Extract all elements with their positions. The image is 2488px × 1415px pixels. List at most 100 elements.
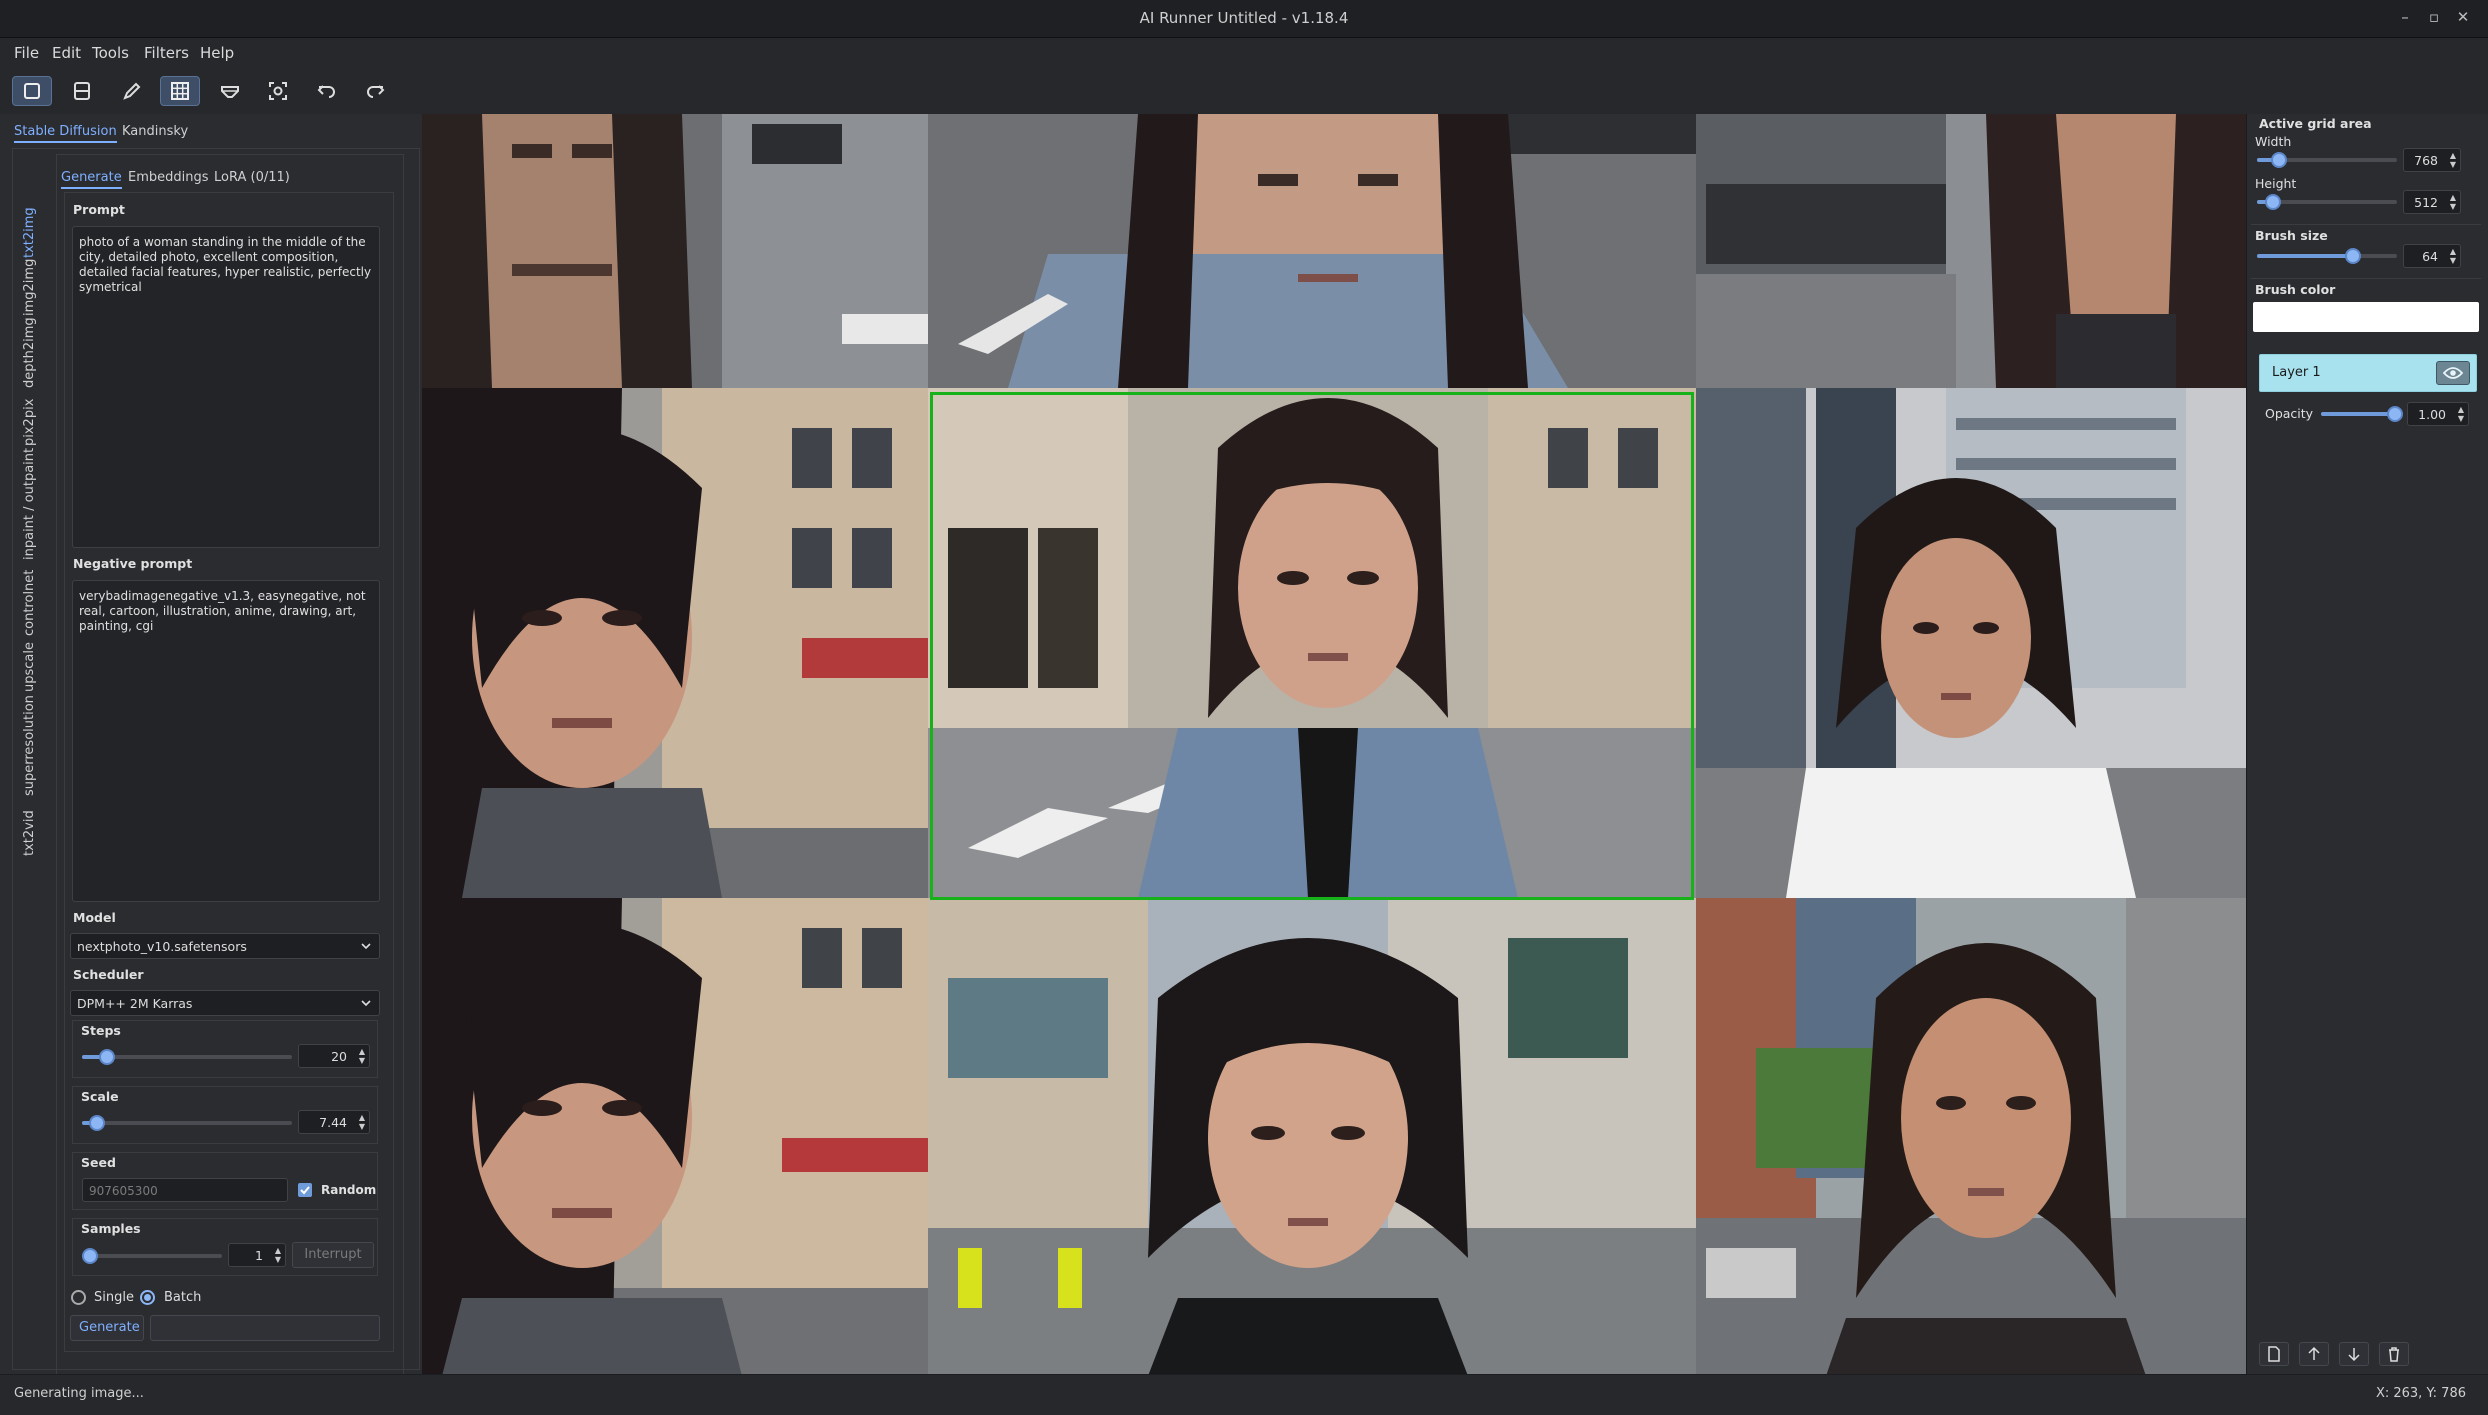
random-checkbox[interactable] <box>298 1183 312 1197</box>
spin-up-icon[interactable]: ▲ <box>359 1114 365 1122</box>
scale-slider-handle[interactable] <box>88 1115 105 1131</box>
seed-input[interactable]: 907605300 <box>82 1178 288 1202</box>
samples-spinbox[interactable]: 1 ▲ ▼ <box>228 1243 286 1267</box>
spin-up-icon[interactable]: ▲ <box>275 1247 281 1255</box>
move-up-icon[interactable] <box>2299 1342 2329 1366</box>
tab-upscale[interactable]: upscale <box>22 642 37 692</box>
generated-image[interactable] <box>422 114 928 388</box>
menu-tools[interactable]: Tools <box>92 44 129 62</box>
width-slider[interactable] <box>2257 152 2397 168</box>
menu-filters[interactable]: Filters <box>144 44 189 62</box>
tab-embeddings[interactable]: Embeddings <box>128 170 209 185</box>
opacity-slider-handle[interactable] <box>2387 406 2403 422</box>
new-layer-icon[interactable] <box>2259 1342 2289 1366</box>
tab-kandinsky[interactable]: Kandinsky <box>122 124 188 139</box>
brush-size-spinbox[interactable]: 64 ▲ ▼ <box>2403 244 2461 268</box>
spin-down-icon[interactable]: ▼ <box>359 1123 365 1131</box>
generate-button[interactable]: Generate <box>70 1315 144 1341</box>
spin-down-icon[interactable]: ▼ <box>2450 257 2456 265</box>
interrupt-button[interactable]: Interrupt <box>292 1242 374 1268</box>
negative-prompt-textarea[interactable]: verybadimagenegative_v1.3, easynegative,… <box>72 580 380 902</box>
width-slider-handle[interactable] <box>2271 152 2287 168</box>
batch-radio[interactable] <box>140 1290 155 1305</box>
batch-label: Batch <box>164 1290 202 1305</box>
generated-image[interactable] <box>1696 114 2246 388</box>
height-slider-handle[interactable] <box>2265 194 2281 210</box>
tab-generate[interactable]: Generate <box>61 170 122 189</box>
undo-icon[interactable] <box>306 76 346 106</box>
tab-txt2img[interactable]: txt2img <box>22 207 37 258</box>
generated-image[interactable] <box>422 898 928 1376</box>
spin-down-icon[interactable]: ▼ <box>359 1057 365 1065</box>
focus-screenshot-icon[interactable] <box>258 76 298 106</box>
opacity-value: 1.00 <box>2418 407 2446 422</box>
move-down-icon[interactable] <box>2339 1342 2369 1366</box>
scale-spinbox[interactable]: 7.44 ▲ ▼ <box>298 1110 370 1134</box>
steps-spinbox[interactable]: 20 ▲ ▼ <box>298 1044 370 1068</box>
image-canvas[interactable] <box>422 114 2246 1376</box>
generated-image[interactable] <box>1696 898 2246 1376</box>
spin-up-icon[interactable]: ▲ <box>359 1048 365 1056</box>
opacity-spinbox[interactable]: 1.00 ▲ ▼ <box>2407 402 2469 426</box>
active-grid-selection[interactable] <box>930 392 1694 900</box>
tab-stable-diffusion[interactable]: Stable Diffusion <box>14 124 117 143</box>
status-bar: Generating image... X: 263, Y: 786 <box>0 1374 2488 1415</box>
height-spinbox[interactable]: 512 ▲ ▼ <box>2403 190 2461 214</box>
brush-size-slider-fill <box>2257 254 2353 258</box>
brush-size-slider-handle[interactable] <box>2345 248 2361 264</box>
redo-icon[interactable] <box>356 76 396 106</box>
samples-slider-handle[interactable] <box>82 1248 98 1264</box>
maximize-button[interactable]: ▫ <box>2422 8 2446 26</box>
divider <box>2251 224 2481 225</box>
delete-icon[interactable] <box>2379 1342 2409 1366</box>
spin-up-icon[interactable]: ▲ <box>2450 248 2456 256</box>
active-grid-half-icon[interactable] <box>62 76 102 106</box>
steps-slider[interactable] <box>82 1049 292 1065</box>
tab-lora[interactable]: LoRA (0/11) <box>214 170 290 185</box>
generated-image[interactable] <box>928 898 1696 1376</box>
status-message: Generating image... <box>14 1386 144 1401</box>
layer-row[interactable]: Layer 1 <box>2259 354 2477 392</box>
tab-txt2vid[interactable]: txt2vid <box>22 810 37 856</box>
samples-slider[interactable] <box>82 1248 222 1264</box>
tab-pix2pix[interactable]: pix2pix <box>22 399 37 446</box>
menu-file[interactable]: File <box>14 44 39 62</box>
title-bar: AI Runner Untitled - v1.18.4 – ▫ ✕ <box>0 0 2488 38</box>
minimize-button[interactable]: – <box>2393 8 2417 26</box>
generated-image[interactable] <box>928 114 1696 388</box>
width-spinbox[interactable]: 768 ▲ ▼ <box>2403 148 2461 172</box>
eraser-icon[interactable] <box>210 76 250 106</box>
brush-color-swatch[interactable] <box>2253 302 2479 332</box>
spin-down-icon[interactable]: ▼ <box>2458 415 2464 423</box>
tab-img2img[interactable]: img2img <box>22 259 37 316</box>
brush-size-slider[interactable] <box>2257 248 2397 264</box>
brush-color-label: Brush color <box>2255 282 2336 297</box>
prompt-textarea[interactable]: photo of a woman standing in the middle … <box>72 226 380 548</box>
scale-slider[interactable] <box>82 1115 292 1131</box>
close-button[interactable]: ✕ <box>2451 8 2475 26</box>
opacity-slider[interactable] <box>2321 406 2403 422</box>
spin-up-icon[interactable]: ▲ <box>2458 406 2464 414</box>
grid-icon[interactable] <box>160 76 200 106</box>
spin-down-icon[interactable]: ▼ <box>2450 161 2456 169</box>
spin-down-icon[interactable]: ▼ <box>2450 203 2456 211</box>
tab-superresolution[interactable]: superresolution <box>22 695 37 796</box>
tab-controlnet[interactable]: controlnet <box>22 570 37 636</box>
spin-down-icon[interactable]: ▼ <box>275 1256 281 1264</box>
menu-help[interactable]: Help <box>200 44 234 62</box>
spin-up-icon[interactable]: ▲ <box>2450 152 2456 160</box>
model-select[interactable]: nextphoto_v10.safetensors <box>70 933 380 959</box>
menu-edit[interactable]: Edit <box>52 44 81 62</box>
spin-up-icon[interactable]: ▲ <box>2450 194 2456 202</box>
single-radio[interactable] <box>71 1290 86 1305</box>
height-slider[interactable] <box>2257 194 2397 210</box>
active-grid-select-icon[interactable] <box>12 76 52 106</box>
generated-image[interactable] <box>1696 388 2246 898</box>
brush-pencil-icon[interactable] <box>112 76 152 106</box>
generated-image[interactable] <box>422 388 928 898</box>
brush-size-value: 64 <box>2422 249 2438 264</box>
tab-inpaint-outpaint[interactable]: inpaint / outpaint <box>22 448 37 560</box>
eye-icon[interactable] <box>2436 361 2470 385</box>
scheduler-select[interactable]: DPM++ 2M Karras <box>70 990 380 1016</box>
tab-depth2img[interactable]: depth2img <box>22 317 37 388</box>
